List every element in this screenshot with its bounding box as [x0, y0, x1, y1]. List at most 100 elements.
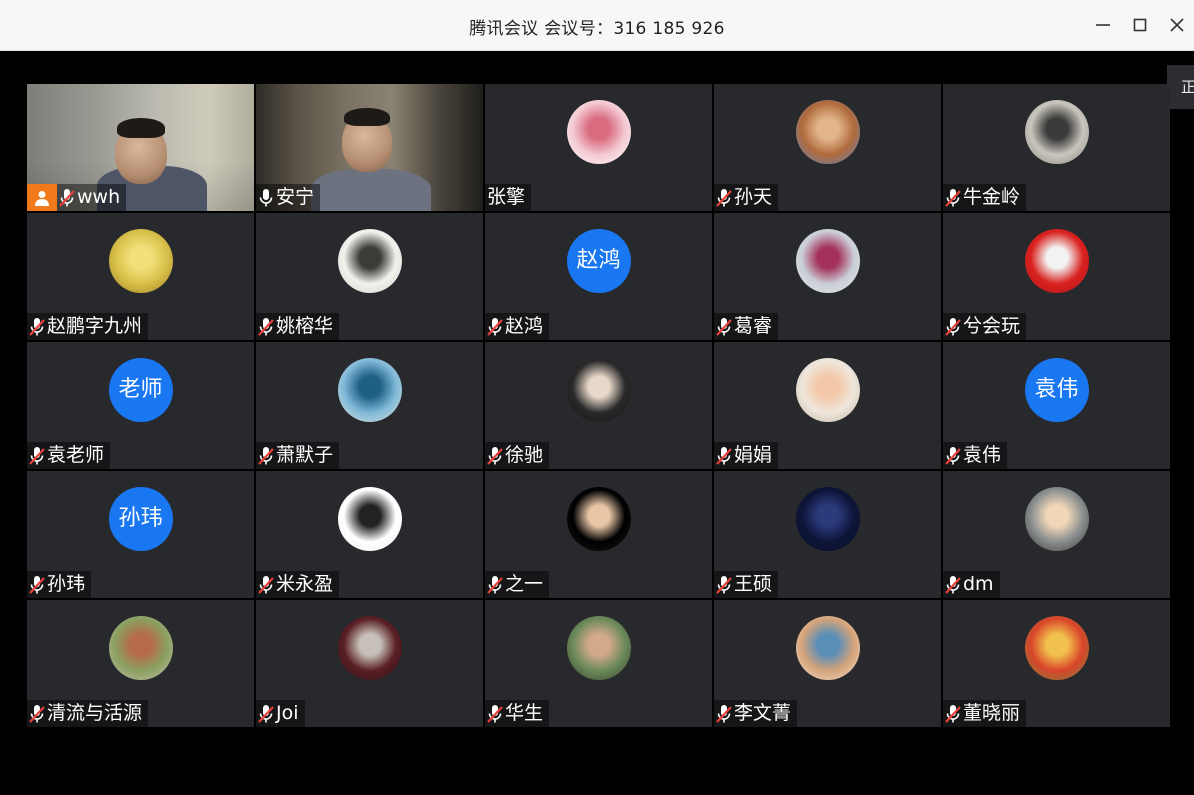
name-bar: wwh: [27, 184, 127, 211]
name-bar: 葛睿: [714, 313, 779, 340]
participant-name: 华生: [505, 702, 544, 724]
avatar: [1024, 616, 1089, 680]
avatar: [1024, 100, 1089, 164]
participant-tile[interactable]: 之一: [485, 471, 712, 598]
microphone-muted-icon: [485, 571, 505, 598]
microphone-muted-icon: [714, 700, 734, 727]
name-bar: 孙天: [714, 184, 779, 211]
participant-tile[interactable]: 兮会玩: [943, 213, 1170, 340]
microphone-muted-icon: [485, 313, 505, 340]
name-bar: 清流与活源: [27, 700, 149, 727]
participant-tile[interactable]: 米永盈: [256, 471, 483, 598]
participant-name: 李文菁: [734, 702, 792, 724]
name-bar: 袁老师: [27, 442, 111, 469]
participant-tile[interactable]: 孙玮 孙玮: [27, 471, 254, 598]
participant-name: 袁伟: [963, 444, 1002, 466]
participant-tile[interactable]: 华生: [485, 600, 712, 727]
participant-name: 赵鸿: [505, 315, 544, 337]
name-bar: 赵鹏字九州: [27, 313, 149, 340]
name-bar: Joi: [256, 700, 305, 727]
avatar: [566, 358, 631, 422]
avatar: [795, 487, 860, 551]
person-shape: [344, 108, 390, 126]
microphone-muted-icon: [943, 442, 963, 469]
microphone-muted-icon: [57, 184, 77, 211]
participant-name: 王硕: [734, 573, 773, 595]
avatar: 袁伟: [1024, 358, 1089, 422]
participant-name: 兮会玩: [963, 315, 1021, 337]
participant-name: 葛睿: [734, 315, 773, 337]
avatar: [108, 229, 173, 293]
avatar: [566, 616, 631, 680]
participant-name: 清流与活源: [47, 702, 143, 724]
name-bar: 赵鸿: [485, 313, 550, 340]
participant-tile[interactable]: 赵鸿 赵鸿: [485, 213, 712, 340]
participant-tile[interactable]: 董晓丽: [943, 600, 1170, 727]
microphone-muted-icon: [943, 700, 963, 727]
name-bar: 王硕: [714, 571, 779, 598]
participant-name: wwh: [77, 186, 121, 208]
participant-tile[interactable]: 孙天: [714, 84, 941, 211]
minimize-button[interactable]: [1090, 12, 1116, 38]
participant-tile[interactable]: 张擎: [485, 84, 712, 211]
participant-tile[interactable]: wwh: [27, 84, 254, 211]
host-icon: [27, 184, 57, 211]
name-bar: 安宁: [256, 184, 321, 211]
participant-name: 姚榕华: [276, 315, 334, 337]
microphone-muted-icon: [943, 184, 963, 211]
participant-name: 张擎: [487, 186, 526, 208]
participant-tile[interactable]: 萧默子: [256, 342, 483, 469]
participant-tile[interactable]: 王硕: [714, 471, 941, 598]
person-shape: [117, 118, 165, 138]
participant-tile[interactable]: 徐驰: [485, 342, 712, 469]
participant-name: 董晓丽: [963, 702, 1021, 724]
name-bar: 董晓丽: [943, 700, 1027, 727]
name-bar: 孙玮: [27, 571, 92, 598]
avatar: [1024, 487, 1089, 551]
participant-tile[interactable]: 赵鹏字九州: [27, 213, 254, 340]
avatar: [795, 616, 860, 680]
avatar: [337, 487, 402, 551]
name-bar: 萧默子: [256, 442, 340, 469]
participant-name: Joi: [276, 702, 299, 724]
participant-tile[interactable]: 老师 袁老师: [27, 342, 254, 469]
microphone-muted-icon: [256, 442, 276, 469]
participant-name: 米永盈: [276, 573, 334, 595]
avatar: [566, 487, 631, 551]
avatar: [337, 229, 402, 293]
participant-name: 萧默子: [276, 444, 334, 466]
participant-name: 徐驰: [505, 444, 544, 466]
participant-tile[interactable]: 牛金岭: [943, 84, 1170, 211]
participant-name: dm: [963, 573, 994, 595]
microphone-muted-icon: [27, 442, 47, 469]
maximize-button[interactable]: [1127, 12, 1153, 38]
participant-name: 牛金岭: [963, 186, 1021, 208]
name-bar: 牛金岭: [943, 184, 1027, 211]
participant-tile[interactable]: 姚榕华: [256, 213, 483, 340]
name-bar: 之一: [485, 571, 550, 598]
window-title: 腾讯会议 会议号：316 185 926: [469, 19, 725, 39]
avatar: [337, 358, 402, 422]
participant-tile[interactable]: 袁伟 袁伟: [943, 342, 1170, 469]
participant-tile[interactable]: dm: [943, 471, 1170, 598]
participant-name: 袁老师: [47, 444, 105, 466]
name-bar: 徐驰: [485, 442, 550, 469]
participant-tile[interactable]: 葛睿: [714, 213, 941, 340]
person-shape: [311, 169, 431, 211]
side-panel-tab[interactable]: 正: [1167, 65, 1194, 109]
participant-tile[interactable]: 安宁: [256, 84, 483, 211]
avatar: [1024, 229, 1089, 293]
participant-tile[interactable]: 娟娟: [714, 342, 941, 469]
participant-tile[interactable]: Joi: [256, 600, 483, 727]
avatar: [795, 100, 860, 164]
participant-tile[interactable]: 清流与活源: [27, 600, 254, 727]
name-bar: 袁伟: [943, 442, 1008, 469]
avatar: [795, 358, 860, 422]
avatar: 赵鸿: [566, 229, 631, 293]
avatar: 老师: [108, 358, 173, 422]
name-bar: 张擎: [485, 184, 532, 211]
microphone-muted-icon: [943, 571, 963, 598]
microphone-muted-icon: [485, 700, 505, 727]
close-button[interactable]: [1164, 12, 1190, 38]
participant-tile[interactable]: 李文菁: [714, 600, 941, 727]
